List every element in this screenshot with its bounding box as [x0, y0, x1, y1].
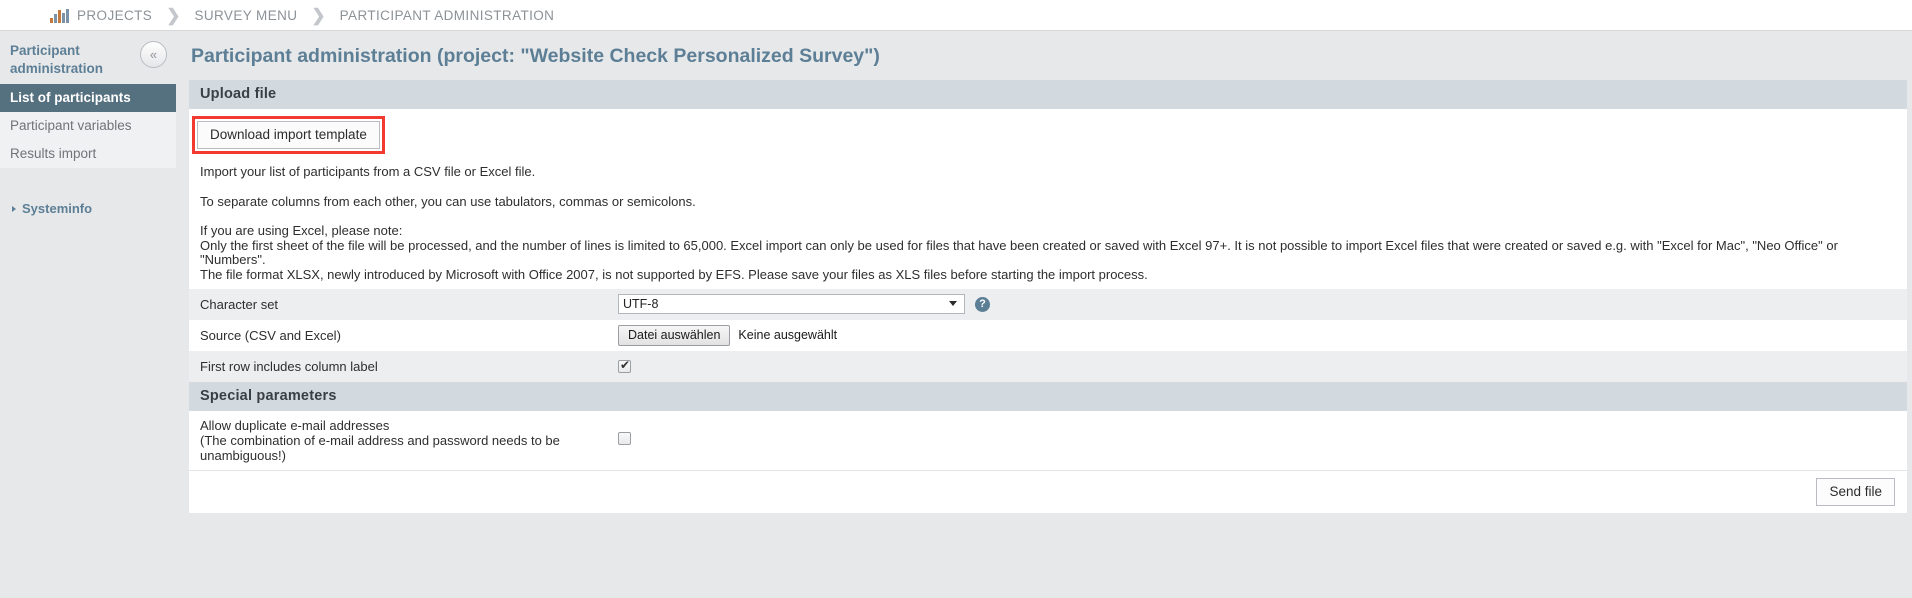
main-content: Participant administration (project: "We… — [176, 31, 1912, 598]
allow-duplicate-email-row: Allow duplicate e-mail addresses (The co… — [189, 410, 1907, 471]
download-import-template-button[interactable]: Download import template — [197, 121, 380, 149]
breadcrumb-item-survey-menu[interactable]: SURVEY MENU — [194, 8, 297, 23]
excel-note-line-2: The file format XLSX, newly introduced b… — [200, 266, 1148, 282]
sidebar-item-label: Results import — [10, 146, 97, 161]
sidebar-collapse-button[interactable]: « — [140, 41, 167, 68]
breadcrumb: PROJECTS ❯ SURVEY MENU ❯ PARTICIPANT ADM… — [0, 0, 1912, 31]
upload-file-section-heading: Upload file — [189, 80, 1907, 109]
chevron-right-icon — [12, 206, 16, 212]
sidebar-item-label: List of participants — [10, 90, 131, 105]
breadcrumb-item-participant-administration[interactable]: PARTICIPANT ADMINISTRATION — [340, 8, 555, 23]
character-set-select-wrapper: UTF-8 — [618, 294, 965, 315]
character-set-select[interactable]: UTF-8 — [618, 294, 965, 315]
sidebar-item-participant-variables[interactable]: Participant variables — [0, 112, 176, 140]
source-row: Source (CSV and Excel) Datei auswählen K… — [189, 319, 1907, 351]
question-mark-icon[interactable]: ? — [975, 296, 990, 312]
download-template-row: Download import template — [189, 109, 1907, 161]
sidebar: Participant administration List of parti… — [0, 31, 176, 598]
instruction-intro-2: To separate columns from each other, you… — [200, 193, 696, 209]
character-set-row: Character set UTF-8 ? — [189, 288, 1907, 320]
first-row-checkbox[interactable] — [618, 358, 631, 373]
excel-note-line-1: Only the first sheet of the file will be… — [200, 237, 1838, 268]
allow-duplicate-email-line-2: (The combination of e-mail address and p… — [200, 432, 560, 448]
sidebar-item-results-import[interactable]: Results import — [0, 140, 176, 168]
breadcrumb-separator-icon: ❯ — [311, 5, 326, 25]
bar-chart-icon — [50, 8, 69, 23]
page-title: Participant administration (project: "We… — [191, 45, 880, 67]
excel-note-heading: If you are using Excel, please note: — [200, 223, 403, 239]
sidebar-item-list-of-participants[interactable]: List of participants — [0, 84, 176, 112]
sidebar-item-systeminfo[interactable]: Systeminfo — [0, 201, 176, 216]
character-set-label: Character set — [200, 296, 279, 312]
allow-duplicate-email-line-3: unambiguous!) — [200, 447, 286, 463]
upload-instructions: Import your list of participants from a … — [189, 161, 1907, 289]
first-row-label-row: First row includes column label — [189, 350, 1907, 382]
breadcrumb-item-projects[interactable]: PROJECTS — [77, 8, 152, 23]
sidebar-item-label: Participant variables — [10, 118, 132, 133]
allow-duplicate-email-line-1: Allow duplicate e-mail addresses — [200, 417, 390, 433]
sidebar-systeminfo-label: Systeminfo — [22, 201, 93, 216]
panel-footer: Send file — [189, 470, 1907, 513]
choose-file-button[interactable]: Datei auswählen — [618, 324, 731, 346]
send-file-button[interactable]: Send file — [1816, 477, 1895, 506]
first-row-label: First row includes column label — [200, 358, 378, 374]
upload-panel: Upload file Download import template Imp… — [189, 80, 1907, 513]
allow-duplicate-email-label: Allow duplicate e-mail addresses (The co… — [200, 417, 618, 463]
special-parameters-section-heading: Special parameters — [189, 381, 1907, 411]
allow-duplicate-email-checkbox[interactable] — [618, 431, 631, 445]
instruction-intro-1: Import your list of participants from a … — [200, 164, 536, 179]
file-status-text: Keine ausgewählt — [738, 328, 838, 343]
download-template-highlight: Download import template — [192, 116, 385, 154]
breadcrumb-separator-icon: ❯ — [166, 5, 181, 25]
source-label: Source (CSV and Excel) — [200, 327, 341, 343]
